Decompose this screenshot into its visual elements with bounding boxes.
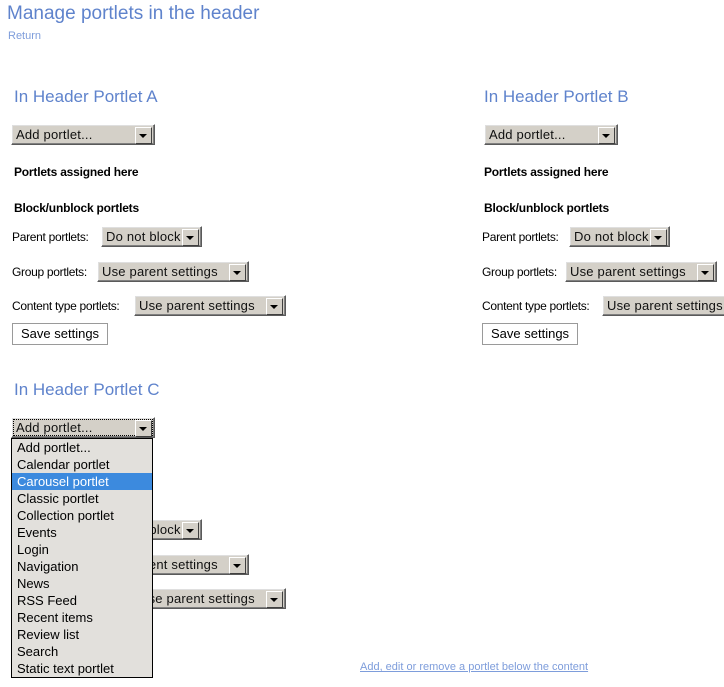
portlet-b-content-value: Use parent settings [607,298,723,313]
portlet-b-group-label: Group portlets: [482,265,557,279]
portlet-a-parent-value: Do not block [106,229,181,244]
portlet-a-content-select[interactable]: Use parent settings [134,295,286,316]
chevron-down-icon[interactable] [229,557,246,574]
portlet-a-content-value: Use parent settings [139,298,255,313]
portlet-b-block-heading: Block/unblock portlets [484,201,609,215]
portlet-a-parent-select[interactable]: Do not block [101,226,202,247]
portlet-b-parent-select[interactable]: Do not block [569,226,670,247]
portlet-b-assigned-heading: Portlets assigned here [484,165,609,179]
portlet-b-add-portlet-value: Add portlet... [489,127,566,142]
portlet-a-parent-label: Parent portlets: [12,230,89,244]
portlet-a-heading: In Header Portlet A [14,87,158,106]
portlet-b-group-value: Use parent settings [570,264,686,279]
portlet-c-content-value: Use parent settings [139,591,255,606]
portlet-c-add-portlet-select[interactable]: Add portlet... [11,417,155,438]
portlet-a-block-heading: Block/unblock portlets [14,201,139,215]
portlet-b-save-button[interactable]: Save settings [482,323,579,345]
portlet-a-add-portlet-select[interactable]: Add portlet... [11,124,155,145]
chevron-down-icon[interactable] [182,229,199,246]
portlet-b-content-select[interactable]: Use parent settings [602,295,724,316]
dropdown-option[interactable]: Calendar portlet [12,456,152,473]
dropdown-option[interactable]: Search [12,643,152,660]
dropdown-option[interactable]: Carousel portlet [12,473,152,490]
portlet-c-heading: In Header Portlet C [14,380,160,399]
chevron-down-icon[interactable] [229,264,246,281]
dropdown-option[interactable]: News [12,575,152,592]
add-edit-remove-portlet-below-content-link[interactable]: Add, edit or remove a portlet below the … [360,661,588,674]
portlet-a-group-select[interactable]: Use parent settings [97,261,249,282]
portlet-a-save-button[interactable]: Save settings [12,323,109,345]
dropdown-option[interactable]: Recent items [12,609,152,626]
chevron-down-icon[interactable] [598,127,615,144]
chevron-down-icon[interactable] [135,127,152,144]
portlet-a-group-label: Group portlets: [12,265,87,279]
chevron-down-icon[interactable] [697,264,714,281]
portlet-b-parent-value: Do not block [574,229,649,244]
portlet-b-add-portlet-select[interactable]: Add portlet... [484,124,618,145]
dropdown-option[interactable]: Classic portlet [12,490,152,507]
portlet-a-group-value: Use parent settings [102,264,218,279]
dropdown-option[interactable]: Login [12,541,152,558]
chevron-down-icon[interactable] [135,420,152,437]
dropdown-option[interactable]: Collection portlet [12,507,152,524]
portlet-a-assigned-heading: Portlets assigned here [14,165,139,179]
chevron-down-icon[interactable] [266,298,283,315]
dropdown-option[interactable]: Add portlet... [12,439,152,456]
chevron-down-icon[interactable] [650,229,667,246]
chevron-down-icon[interactable] [182,522,199,539]
dropdown-option[interactable]: Review list [12,626,152,643]
portlet-b-parent-label: Parent portlets: [482,230,559,244]
portlet-column-b: In Header Portlet B Add portlet... Portl… [480,0,724,687]
portlet-c-add-portlet-value: Add portlet... [16,420,93,435]
portlet-a-add-portlet-value: Add portlet... [16,127,93,142]
portlet-b-group-select[interactable]: Use parent settings [565,261,717,282]
portlet-b-content-label: Content type portlets: [482,299,590,313]
dropdown-option[interactable]: Navigation [12,558,152,575]
dropdown-option[interactable]: RSS Feed [12,592,152,609]
portlet-c-dropdown-options[interactable]: Add portlet... Calendar portlet Carousel p… [11,438,153,678]
chevron-down-icon[interactable] [266,591,283,608]
dropdown-option[interactable]: Static text portlet [12,660,152,677]
portlet-b-heading: In Header Portlet B [484,87,629,106]
portlet-a-content-label: Content type portlets: [12,299,120,313]
portlet-c-content-select[interactable]: Use parent settings [134,588,286,609]
dropdown-option[interactable]: Events [12,524,152,541]
